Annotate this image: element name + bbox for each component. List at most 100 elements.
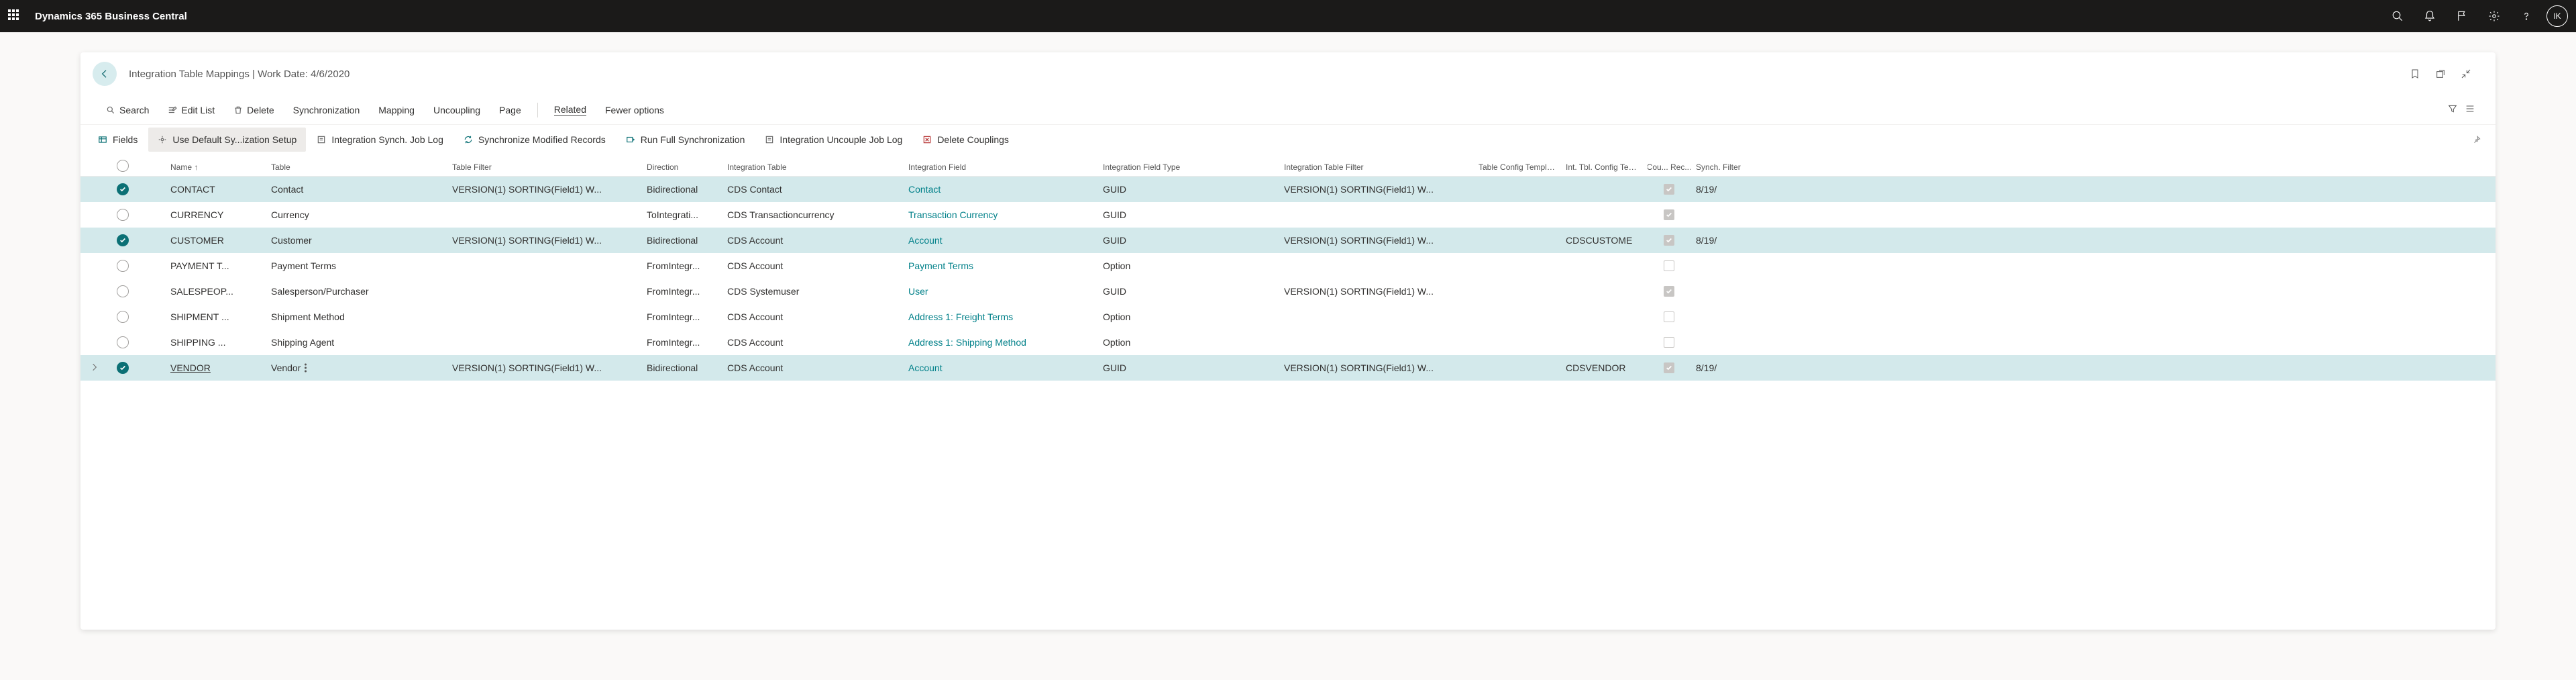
flag-icon[interactable]: [2446, 0, 2478, 32]
user-avatar[interactable]: IK: [2546, 5, 2568, 27]
cell-direction[interactable]: FromIntegr...: [641, 260, 722, 271]
run-full-sync-tab[interactable]: Run Full Synchronization: [616, 128, 755, 152]
delete-couplings-tab[interactable]: Delete Couplings: [913, 128, 1018, 152]
col-direction[interactable]: Direction: [641, 162, 722, 172]
delete-action[interactable]: Delete: [224, 98, 283, 122]
search-action[interactable]: Search: [97, 98, 158, 122]
cell-name[interactable]: SHIPPING ...: [165, 337, 266, 348]
cell-couple-records[interactable]: [1648, 209, 1690, 220]
cell-sync-filter[interactable]: 8/19/: [1690, 362, 2496, 373]
table-row[interactable]: PAYMENT T...Payment TermsFromIntegr...CD…: [80, 253, 2496, 279]
integration-synch-log-tab[interactable]: Integration Synch. Job Log: [307, 128, 453, 152]
cell-direction[interactable]: FromIntegr...: [641, 337, 722, 348]
fewer-options-action[interactable]: Fewer options: [596, 98, 674, 122]
cell-direction[interactable]: FromIntegr...: [641, 311, 722, 322]
col-couple-records[interactable]: Cou... Rec...: [1648, 162, 1690, 172]
table-row[interactable]: VENDORVendorVERSION(1) SORTING(Field1) W…: [80, 355, 2496, 381]
col-integration-table[interactable]: Integration Table: [722, 162, 903, 172]
cell-integration-field[interactable]: Account: [903, 235, 1097, 246]
pin-icon[interactable]: [2466, 129, 2487, 150]
table-row[interactable]: SHIPPING ...Shipping AgentFromIntegr...C…: [80, 330, 2496, 355]
row-select[interactable]: [117, 285, 129, 297]
cell-integration-field[interactable]: Transaction Currency: [903, 209, 1097, 220]
help-icon[interactable]: [2510, 0, 2542, 32]
back-button[interactable]: [93, 62, 117, 86]
col-integration-field[interactable]: Integration Field: [903, 162, 1097, 172]
cell-integration-table-filter[interactable]: VERSION(1) SORTING(Field1) W...: [1279, 184, 1473, 195]
table-row[interactable]: CURRENCYCurrencyToIntegrati...CDS Transa…: [80, 202, 2496, 228]
uncouple-log-tab[interactable]: Integration Uncouple Job Log: [755, 128, 912, 152]
cell-couple-records[interactable]: [1648, 286, 1690, 297]
cell-couple-records[interactable]: [1648, 362, 1690, 373]
cell-couple-records[interactable]: [1648, 260, 1690, 271]
status-check-icon[interactable]: [117, 183, 129, 195]
table-row[interactable]: SHIPMENT ...Shipment MethodFromIntegr...…: [80, 304, 2496, 330]
cell-integration-table-filter[interactable]: VERSION(1) SORTING(Field1) W...: [1279, 362, 1473, 373]
cell-integration-field[interactable]: Address 1: Shipping Method: [903, 337, 1097, 348]
bookmark-icon[interactable]: [2404, 63, 2426, 85]
cell-couple-records[interactable]: [1648, 184, 1690, 195]
table-row[interactable]: SALESPEOP...Salesperson/PurchaserFromInt…: [80, 279, 2496, 304]
uncoupling-action[interactable]: Uncoupling: [424, 98, 490, 122]
cell-name[interactable]: PAYMENT T...: [165, 260, 266, 271]
cell-table-filter[interactable]: VERSION(1) SORTING(Field1) W...: [447, 362, 641, 373]
cell-name[interactable]: CONTACT: [165, 184, 266, 195]
notifications-icon[interactable]: [2414, 0, 2446, 32]
cell-table-filter[interactable]: VERSION(1) SORTING(Field1) W...: [447, 184, 641, 195]
row-more-icon[interactable]: [305, 364, 307, 373]
col-sync-filter[interactable]: Synch. Filter: [1690, 162, 2496, 172]
popout-icon[interactable]: [2430, 63, 2451, 85]
cell-integration-table-filter[interactable]: VERSION(1) SORTING(Field1) W...: [1279, 286, 1473, 297]
cell-integration-field[interactable]: User: [903, 286, 1097, 297]
cell-name[interactable]: VENDOR: [165, 362, 266, 373]
select-all[interactable]: [117, 160, 129, 172]
cell-table-filter[interactable]: VERSION(1) SORTING(Field1) W...: [447, 235, 641, 246]
cell-name[interactable]: CUSTOMER: [165, 235, 266, 246]
cell-couple-records[interactable]: [1648, 311, 1690, 322]
cell-integration-table-filter[interactable]: VERSION(1) SORTING(Field1) W...: [1279, 235, 1473, 246]
col-int-tbl-config-template[interactable]: Int. Tbl. Config Template Code: [1560, 162, 1648, 172]
col-table-filter[interactable]: Table Filter: [447, 162, 641, 172]
cell-integration-field[interactable]: Account: [903, 362, 1097, 373]
table-row[interactable]: CUSTOMERCustomerVERSION(1) SORTING(Field…: [80, 228, 2496, 253]
edit-list-action[interactable]: Edit List: [158, 98, 224, 122]
col-table[interactable]: Table: [266, 162, 447, 172]
use-default-tab[interactable]: Use Default Sy...ization Setup: [148, 128, 306, 152]
cell-sync-filter[interactable]: 8/19/: [1690, 235, 2496, 246]
cell-direction[interactable]: Bidirectional: [641, 184, 722, 195]
row-select[interactable]: [117, 260, 129, 272]
status-check-icon[interactable]: [117, 234, 129, 246]
cell-int-tbl-config-tpl[interactable]: CDSCUSTOME: [1560, 235, 1648, 246]
cell-couple-records[interactable]: [1648, 235, 1690, 246]
cell-integration-field[interactable]: Contact: [903, 184, 1097, 195]
status-check-icon[interactable]: [117, 362, 129, 374]
row-select[interactable]: [117, 311, 129, 323]
cell-integration-field[interactable]: Address 1: Freight Terms: [903, 311, 1097, 322]
table-row[interactable]: CONTACT Contact VERSION(1) SORTING(Field1)…: [80, 177, 2496, 202]
cell-name[interactable]: CURRENCY: [165, 209, 266, 220]
collapse-icon[interactable]: [2455, 63, 2477, 85]
cell-integration-field[interactable]: Payment Terms: [903, 260, 1097, 271]
cell-name[interactable]: SHIPMENT ...: [165, 311, 266, 322]
app-launcher-icon[interactable]: [8, 9, 21, 23]
cell-couple-records[interactable]: [1648, 337, 1690, 348]
list-view-icon[interactable]: [2465, 103, 2475, 116]
cell-sync-filter[interactable]: 8/19/: [1690, 184, 2496, 195]
cell-direction[interactable]: FromIntegr...: [641, 286, 722, 297]
page-action[interactable]: Page: [490, 98, 531, 122]
settings-icon[interactable]: [2478, 0, 2510, 32]
cell-int-tbl-config-tpl[interactable]: CDSVENDOR: [1560, 362, 1648, 373]
fields-tab[interactable]: Fields: [89, 128, 147, 152]
search-icon[interactable]: [2381, 0, 2414, 32]
synchronization-action[interactable]: Synchronization: [284, 98, 370, 122]
col-table-config-template[interactable]: Table Config Template Code: [1473, 162, 1560, 172]
col-integration-table-filter[interactable]: Integration Table Filter: [1279, 162, 1473, 172]
sync-modified-tab[interactable]: Synchronize Modified Records: [454, 128, 615, 152]
col-name[interactable]: Name ↑: [165, 162, 266, 172]
row-select[interactable]: [117, 209, 129, 221]
mapping-action[interactable]: Mapping: [369, 98, 424, 122]
col-integration-field-type[interactable]: Integration Field Type: [1097, 162, 1279, 172]
cell-direction[interactable]: Bidirectional: [641, 235, 722, 246]
cell-direction[interactable]: Bidirectional: [641, 362, 722, 373]
filter-icon[interactable]: [2447, 103, 2458, 116]
